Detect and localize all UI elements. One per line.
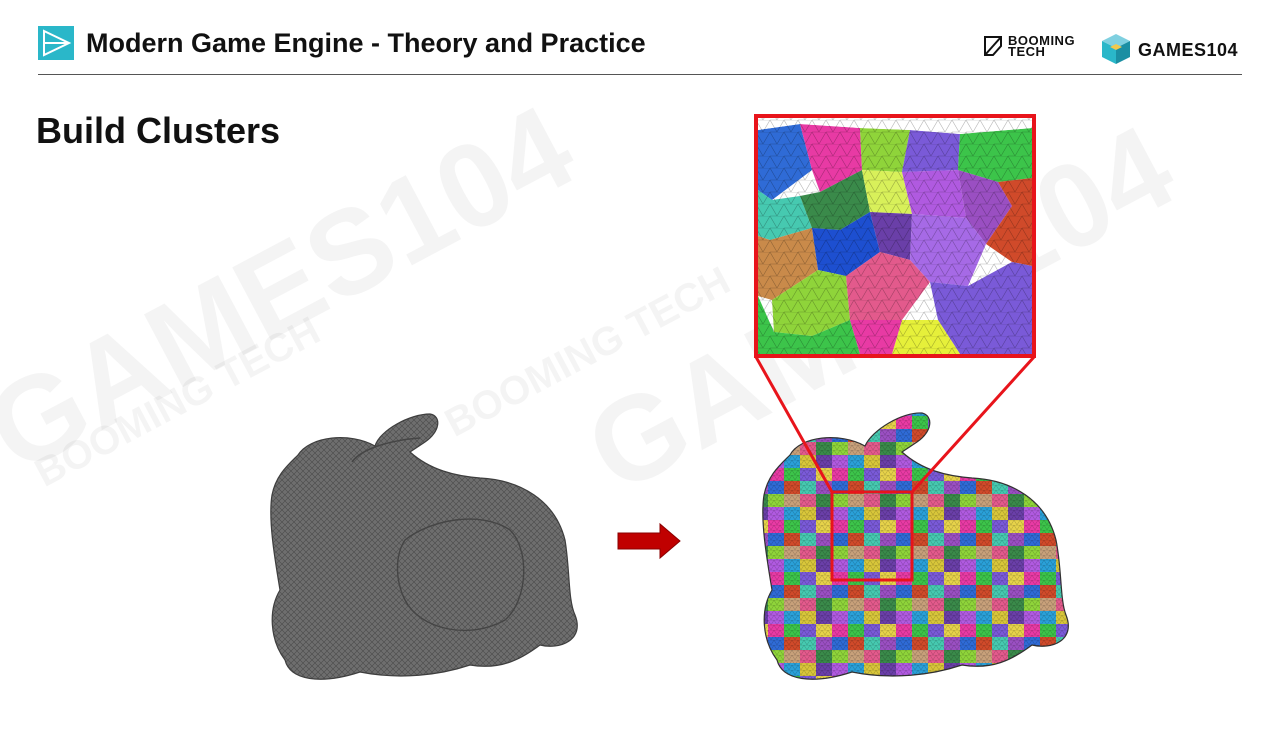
callout-line-right (910, 355, 1036, 494)
zoom-inset (758, 118, 1032, 354)
right-arrow-icon (617, 522, 681, 560)
clusters-figure (270, 114, 1069, 680)
gray-bunny-mesh (270, 413, 578, 680)
